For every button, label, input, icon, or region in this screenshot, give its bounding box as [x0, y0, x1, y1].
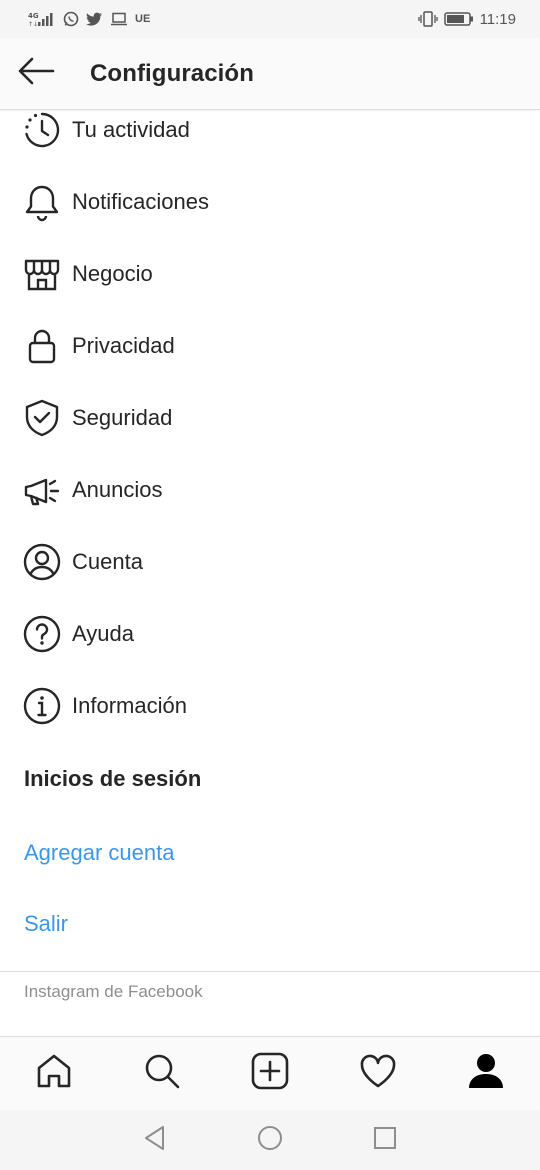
- menu-item-label: Anuncios: [72, 477, 163, 502]
- tab-profile[interactable]: [432, 1037, 540, 1111]
- app-header: Configuración: [0, 38, 540, 110]
- menu-item-label: Notificaciones: [72, 189, 209, 214]
- signal-icon: 4G ↑↓: [28, 11, 56, 27]
- system-back-button[interactable]: [98, 1110, 213, 1170]
- laptop-icon: [110, 12, 128, 26]
- menu-item-account[interactable]: Cuenta: [0, 526, 540, 598]
- vibrate-icon: [417, 11, 438, 27]
- menu-item-label: Seguridad: [72, 405, 173, 430]
- logins-section-title: Inicios de sesión: [24, 766, 202, 791]
- back-button[interactable]: [0, 38, 72, 110]
- arrow-left-icon: [17, 57, 55, 90]
- home-circle-icon: [257, 1125, 283, 1156]
- settings-list: Tu actividad Notificaciones Negocio Priv…: [0, 94, 540, 742]
- bell-icon: [22, 182, 62, 222]
- shop-icon: [22, 254, 62, 294]
- heart-icon: [359, 1053, 397, 1094]
- menu-item-security[interactable]: Seguridad: [0, 382, 540, 454]
- new-post-icon: [251, 1052, 289, 1095]
- page-title: Configuración: [90, 59, 254, 87]
- tab-search[interactable]: [108, 1037, 216, 1111]
- bottom-tab-bar: [0, 1036, 540, 1110]
- lock-icon: [22, 326, 62, 366]
- tab-home[interactable]: [0, 1037, 108, 1111]
- status-bar: 4G ↑↓ UE 11:19: [0, 0, 540, 38]
- whatsapp-icon: [63, 11, 79, 27]
- info-circle-icon: [22, 686, 62, 726]
- system-recents-button[interactable]: [328, 1110, 443, 1170]
- footer-text: Instagram de Facebook: [24, 982, 203, 1001]
- menu-item-notifications[interactable]: Notificaciones: [0, 166, 540, 238]
- logout-link[interactable]: Salir: [24, 911, 68, 937]
- status-left: 4G ↑↓ UE: [28, 11, 150, 27]
- twitter-icon: [86, 12, 103, 27]
- status-right: 11:19: [417, 10, 516, 28]
- add-account-link[interactable]: Agregar cuenta: [24, 840, 174, 866]
- help-circle-icon: [22, 614, 62, 654]
- back-triangle-icon: [143, 1125, 167, 1156]
- menu-item-info[interactable]: Información: [0, 670, 540, 742]
- home-icon: [35, 1052, 73, 1095]
- megaphone-icon: [22, 470, 62, 510]
- menu-item-label: Cuenta: [72, 549, 143, 574]
- svg-text:4G: 4G: [28, 12, 39, 20]
- svg-text:↑↓: ↑↓: [28, 21, 38, 27]
- menu-item-label: Ayuda: [72, 621, 134, 646]
- tab-activity[interactable]: [324, 1037, 432, 1111]
- menu-item-label: Negocio: [72, 261, 153, 286]
- system-home-button[interactable]: [213, 1110, 328, 1170]
- menu-item-privacy[interactable]: Privacidad: [0, 310, 540, 382]
- search-icon: [143, 1052, 181, 1095]
- menu-item-ads[interactable]: Anuncios: [0, 454, 540, 526]
- account-circle-icon: [22, 542, 62, 582]
- menu-item-business[interactable]: Negocio: [0, 238, 540, 310]
- recents-square-icon: [373, 1126, 397, 1155]
- status-time: 11:19: [479, 10, 516, 28]
- battery-icon: [443, 12, 474, 26]
- tab-new-post[interactable]: [216, 1037, 324, 1111]
- menu-item-label: Información: [72, 693, 187, 718]
- menu-item-label: Privacidad: [72, 333, 175, 358]
- menu-item-label: Tu actividad: [72, 117, 190, 142]
- menu-item-help[interactable]: Ayuda: [0, 598, 540, 670]
- shield-check-icon: [22, 398, 62, 438]
- profile-icon: [467, 1052, 505, 1095]
- carrier-tag: UE: [135, 13, 151, 25]
- system-nav-bar: [0, 1110, 540, 1170]
- footer-divider: [0, 971, 540, 972]
- activity-clock-icon: [22, 110, 62, 150]
